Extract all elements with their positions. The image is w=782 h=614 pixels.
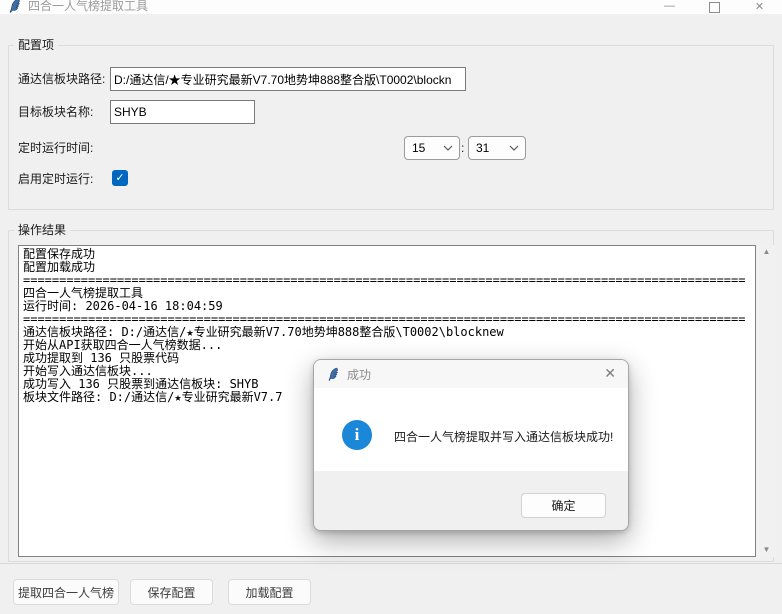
python-feather-icon: [328, 367, 339, 381]
minute-value: 31: [476, 141, 490, 155]
enable-schedule-label: 启用定时运行:: [18, 172, 94, 186]
minute-select[interactable]: 31: [468, 136, 526, 160]
dialog-close-button[interactable]: ✕: [604, 365, 616, 381]
tdx-path-label: 通达信板块路径:: [18, 72, 106, 86]
tdx-path-input[interactable]: [110, 67, 466, 91]
hour-value: 15: [412, 141, 426, 155]
save-config-button[interactable]: 保存配置: [130, 579, 213, 605]
minimize-icon: —: [664, 0, 675, 12]
window-controls: — ✕: [647, 0, 782, 14]
info-icon-glyph: i: [354, 425, 360, 444]
log-scrollbar[interactable]: ▲ ▼: [757, 245, 776, 557]
python-feather-icon: [9, 0, 20, 13]
check-icon: ✓: [115, 171, 125, 184]
dialog-title: 成功: [347, 367, 372, 382]
maximize-icon: [709, 1, 720, 13]
chevron-down-icon: [443, 145, 453, 151]
close-icon: ✕: [604, 365, 616, 381]
bottom-divider: [0, 563, 782, 564]
close-button[interactable]: ✕: [737, 0, 782, 14]
app-window: 四合一人气榜提取工具 — ✕ 配置项 通达信板块路径: 目标板块名称: 定时运行…: [0, 0, 782, 614]
window-title: 四合一人气榜提取工具: [28, 0, 149, 13]
titlebar: 四合一人气榜提取工具 — ✕: [0, 0, 782, 14]
info-icon: i: [342, 420, 372, 450]
dialog-footer: 确定: [314, 471, 628, 530]
dialog-titlebar: 成功 ✕: [314, 360, 628, 388]
success-dialog: 成功 ✕ i 四合一人气榜提取并写入通达信板块成功! 确定: [313, 359, 629, 531]
scroll-down-icon[interactable]: ▼: [763, 546, 771, 554]
config-group-title: 配置项: [14, 38, 59, 53]
scroll-up-icon[interactable]: ▲: [763, 248, 771, 256]
target-block-input[interactable]: [110, 100, 255, 124]
log-line: 配置保存成功: [23, 247, 96, 261]
hour-select[interactable]: 15: [404, 136, 460, 160]
dialog-message: 四合一人气榜提取并写入通达信板块成功!: [394, 430, 614, 444]
ok-button[interactable]: 确定: [521, 493, 606, 518]
extract-button[interactable]: 提取四合一人气榜: [13, 579, 119, 605]
schedule-time-label: 定时运行时间:: [18, 141, 94, 155]
result-group-title: 操作结果: [14, 223, 71, 238]
minimize-button[interactable]: —: [647, 0, 692, 14]
target-block-label: 目标板块名称:: [18, 105, 94, 119]
time-separator: :: [461, 141, 465, 155]
dialog-body: i 四合一人气榜提取并写入通达信板块成功!: [314, 388, 628, 471]
chevron-down-icon: [509, 145, 519, 151]
enable-schedule-checkbox[interactable]: ✓: [112, 170, 128, 186]
close-icon: ✕: [754, 0, 765, 13]
maximize-button[interactable]: [692, 0, 737, 14]
load-config-button[interactable]: 加载配置: [228, 579, 311, 605]
